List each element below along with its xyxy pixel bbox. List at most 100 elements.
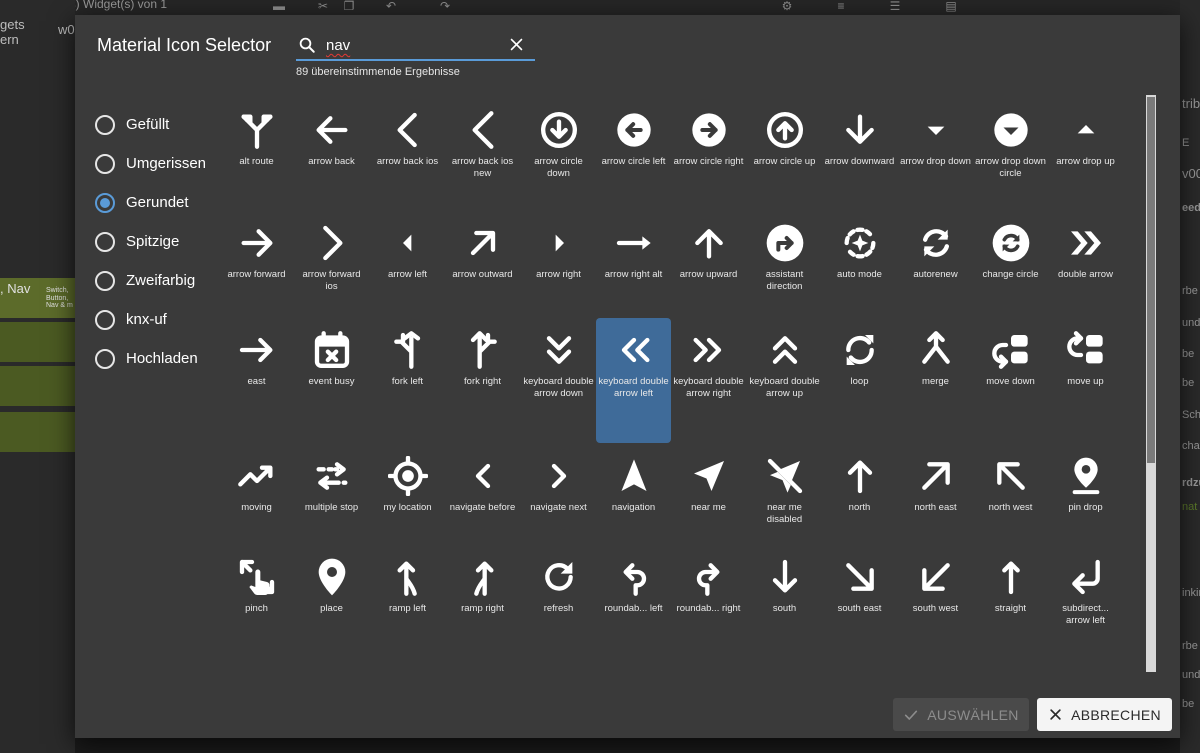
icon-label: move up (1067, 376, 1104, 387)
style-option-hochladen[interactable]: Hochladen (95, 339, 206, 378)
icon-tile-fork-right[interactable]: fork right (445, 330, 520, 388)
icon-tile-south-east[interactable]: south east (822, 557, 897, 615)
search-input[interactable]: nav (326, 37, 350, 54)
icon-tile-near-me-disabled[interactable]: near me disabled (747, 456, 822, 526)
scrollbar-thumb[interactable] (1147, 97, 1155, 463)
icon-tile-merge[interactable]: merge (898, 330, 973, 388)
icon-tile-north-west[interactable]: north west (973, 456, 1048, 514)
search-field[interactable]: nav (296, 32, 535, 61)
icon-tile-event-busy[interactable]: event busy (294, 330, 369, 388)
icon-tile-partial[interactable] (671, 658, 746, 671)
icon-tile-place[interactable]: place (294, 557, 369, 615)
icon-tile-ramp-right[interactable]: ramp right (445, 557, 520, 615)
icon-tile-arrow-upward[interactable]: arrow upward (671, 223, 746, 281)
close-icon[interactable] (508, 36, 525, 53)
style-option-gerundet[interactable]: Gerundet (95, 183, 206, 222)
icon-tile-arrow-drop-down[interactable]: arrow drop down (898, 110, 973, 168)
icon-tile-partial[interactable] (973, 658, 1048, 671)
icon-tile-roundabout-left[interactable]: roundab... left (596, 557, 671, 615)
icon-tile-my-location[interactable]: my location (370, 456, 445, 514)
icon-tile-partial[interactable] (219, 658, 294, 671)
icon-tile-partial[interactable] (370, 658, 445, 671)
icon-tile-arrow-forward-ios[interactable]: arrow forward ios (294, 223, 369, 293)
icon-tile-arrow-circle-down[interactable]: arrow circle down (521, 110, 596, 180)
icon-tile-arrow-circle-left[interactable]: arrow circle left (596, 110, 671, 168)
icon-tile-south-west[interactable]: south west (898, 557, 973, 615)
icon-tile-arrow-circle-up[interactable]: arrow circle up (747, 110, 822, 168)
icon-tile-auto-mode[interactable]: auto mode (822, 223, 897, 281)
icon-tile-east[interactable]: east (219, 330, 294, 388)
icon-tile-navigation[interactable]: navigation (596, 456, 671, 514)
icon-tile-pinch[interactable]: pinch (219, 557, 294, 615)
icon-tile-autorenew[interactable]: autorenew (898, 223, 973, 281)
radio-button[interactable] (95, 309, 115, 330)
bg-text: , Nav (0, 281, 31, 296)
icon-tile-keyboard-double-arrow-left[interactable]: keyboard double arrow left (596, 318, 671, 443)
icon-tile-arrow-outward[interactable]: arrow outward (445, 223, 520, 281)
bg-text: E (1182, 137, 1190, 149)
icon-tile-arrow-right[interactable]: arrow right (521, 223, 596, 281)
icon-tile-arrow-downward[interactable]: arrow downward (822, 110, 897, 168)
icon-tile-keyboard-double-arrow-up[interactable]: keyboard double arrow up (747, 330, 822, 400)
style-option-label: Gerundet (126, 194, 189, 211)
radio-button[interactable] (95, 270, 115, 291)
icon-tile-partial[interactable] (521, 658, 596, 671)
bg-text: Button, (46, 295, 69, 302)
icon-tile-near-me[interactable]: near me (671, 456, 746, 514)
icon-tile-south[interactable]: south (747, 557, 822, 615)
icon-tile-alt-route[interactable]: alt route (219, 110, 294, 168)
radio-button[interactable] (95, 114, 115, 135)
icon-tile-partial[interactable] (596, 658, 671, 671)
icon-tile-north[interactable]: north (822, 456, 897, 514)
icon-tile-moving[interactable]: moving (219, 456, 294, 514)
icon-tile-keyboard-double-arrow-down[interactable]: keyboard double arrow down (521, 330, 596, 400)
icon-tile-partial[interactable] (747, 658, 822, 671)
radio-button[interactable] (95, 153, 115, 174)
icon-tile-pin-drop[interactable]: pin drop (1048, 456, 1123, 514)
icon-tile-assistant-direction[interactable]: assistant direction (747, 223, 822, 293)
icon-tile-arrow-drop-down-circle[interactable]: arrow drop down circle (973, 110, 1048, 180)
icon-tile-partial[interactable] (294, 658, 369, 671)
icon-tile-arrow-back-ios-new[interactable]: arrow back ios new (445, 110, 520, 180)
icon-tile-move-up[interactable]: move up (1048, 330, 1123, 388)
icon-tile-partial[interactable] (445, 658, 520, 671)
style-option-gef-llt[interactable]: Gefüllt (95, 105, 206, 144)
icon-tile-multiple-stop[interactable]: multiple stop (294, 456, 369, 514)
icon-tile-arrow-circle-right[interactable]: arrow circle right (671, 110, 746, 168)
icon-tile-move-down[interactable]: move down (973, 330, 1048, 388)
radio-button[interactable] (95, 192, 115, 213)
icon-tile-subdirectory-arrow-left[interactable]: subdirect... arrow left (1048, 557, 1123, 627)
icon-label: straight (994, 603, 1027, 614)
radio-button[interactable] (95, 231, 115, 252)
icon-tile-ramp-left[interactable]: ramp left (370, 557, 445, 615)
icon-tile-partial[interactable] (1048, 658, 1123, 671)
icon-tile-arrow-drop-up[interactable]: arrow drop up (1048, 110, 1123, 168)
select-button[interactable]: AUSWÄHLEN (893, 698, 1029, 731)
icon-tile-north-east[interactable]: north east (898, 456, 973, 514)
style-option-umgerissen[interactable]: Umgerissen (95, 144, 206, 183)
icon-tile-loop[interactable]: loop (822, 330, 897, 388)
icon-tile-arrow-back[interactable]: arrow back (294, 110, 369, 168)
icon-tile-arrow-back-ios[interactable]: arrow back ios (370, 110, 445, 168)
icon-tile-keyboard-double-arrow-right[interactable]: keyboard double arrow right (671, 330, 746, 400)
icon-tile-navigate-next[interactable]: navigate next (521, 456, 596, 514)
icon-tile-straight[interactable]: straight (973, 557, 1048, 615)
icon-tile-refresh[interactable]: refresh (521, 557, 596, 615)
partial-icon (463, 658, 503, 671)
icon-tile-arrow-right-alt[interactable]: arrow right alt (596, 223, 671, 281)
icon-tile-arrow-forward[interactable]: arrow forward (219, 223, 294, 281)
style-option-knx-uf[interactable]: knx-uf (95, 300, 206, 339)
radio-button[interactable] (95, 348, 115, 369)
icon-tile-change-circle[interactable]: change circle (973, 223, 1048, 281)
cancel-button[interactable]: ABBRECHEN (1037, 698, 1172, 731)
icon-tile-partial[interactable] (898, 658, 973, 671)
icon-tile-partial[interactable] (822, 658, 897, 671)
icon-tile-arrow-left[interactable]: arrow left (370, 223, 445, 281)
scrollbar[interactable] (1146, 95, 1156, 672)
icon-tile-double-arrow[interactable]: double arrow (1048, 223, 1123, 281)
icon-tile-roundabout-right[interactable]: roundab... right (671, 557, 746, 615)
icon-tile-navigate-before[interactable]: navigate before (445, 456, 520, 514)
style-option-zweifarbig[interactable]: Zweifarbig (95, 261, 206, 300)
icon-tile-fork-left[interactable]: fork left (370, 330, 445, 388)
style-option-spitzige[interactable]: Spitzige (95, 222, 206, 261)
